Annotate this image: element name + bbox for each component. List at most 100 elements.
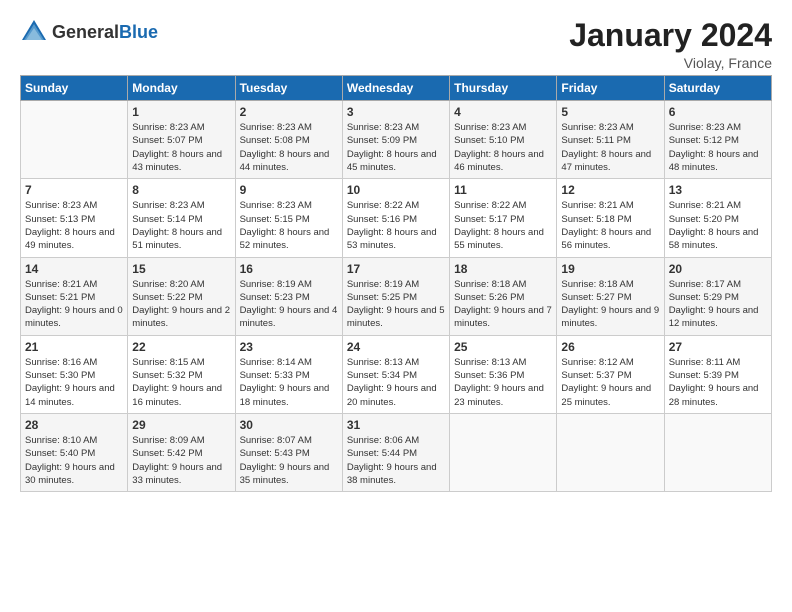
logo-blue-text: Blue — [119, 22, 158, 42]
calendar-cell: 26 Sunrise: 8:12 AMSunset: 5:37 PMDayligh… — [557, 335, 664, 413]
day-info: Sunrise: 8:22 AMSunset: 5:17 PMDaylight:… — [454, 199, 552, 252]
weekday-header: Friday — [557, 76, 664, 101]
calendar-cell: 9 Sunrise: 8:23 AMSunset: 5:15 PMDaylight… — [235, 179, 342, 257]
day-info: Sunrise: 8:23 AMSunset: 5:14 PMDaylight:… — [132, 199, 230, 252]
calendar-cell: 24Sunrise: 8:13 AMSunset: 5:34 PMDayligh… — [342, 335, 449, 413]
day-info: Sunrise: 8:19 AMSunset: 5:23 PMDaylight:… — [240, 278, 338, 331]
day-number: 19 — [561, 262, 659, 276]
day-info: Sunrise: 8:13 AMSunset: 5:34 PMDaylight:… — [347, 356, 445, 409]
day-number: 27 — [669, 340, 767, 354]
weekday-header: Wednesday — [342, 76, 449, 101]
calendar-week-row: 21 Sunrise: 8:16 AMSunset: 5:30 PMDayligh… — [21, 335, 772, 413]
day-number: 6 — [669, 105, 767, 119]
day-number: 15 — [132, 262, 230, 276]
logo-general-text: General — [52, 22, 119, 42]
day-info: Sunrise: 8:23 AMSunset: 5:10 PMDaylight:… — [454, 121, 552, 174]
calendar-cell: 14 Sunrise: 8:21 AMSunset: 5:21 PMDayligh… — [21, 257, 128, 335]
day-number: 10 — [347, 183, 445, 197]
day-number: 14 — [25, 262, 123, 276]
day-number: 11 — [454, 183, 552, 197]
calendar-cell: 4 Sunrise: 8:23 AMSunset: 5:10 PMDaylight… — [450, 101, 557, 179]
day-info: Sunrise: 8:12 AMSunset: 5:37 PMDaylight:… — [561, 356, 659, 409]
day-number: 20 — [669, 262, 767, 276]
day-info: Sunrise: 8:06 AMSunset: 5:44 PMDaylight:… — [347, 434, 445, 487]
day-info: Sunrise: 8:22 AMSunset: 5:16 PMDaylight:… — [347, 199, 445, 252]
day-number: 21 — [25, 340, 123, 354]
header-row: SundayMondayTuesdayWednesdayThursdayFrid… — [21, 76, 772, 101]
day-info: Sunrise: 8:23 AMSunset: 5:09 PMDaylight:… — [347, 121, 445, 174]
title-block: January 2024 Violay, France — [569, 18, 772, 71]
day-info: Sunrise: 8:23 AMSunset: 5:07 PMDaylight:… — [132, 121, 230, 174]
calendar-cell: 16 Sunrise: 8:19 AMSunset: 5:23 PMDayligh… — [235, 257, 342, 335]
calendar-cell — [664, 413, 771, 491]
month-title: January 2024 — [569, 18, 772, 53]
calendar-cell: 5Sunrise: 8:23 AMSunset: 5:11 PMDaylight… — [557, 101, 664, 179]
day-number: 13 — [669, 183, 767, 197]
day-number: 23 — [240, 340, 338, 354]
location: Violay, France — [569, 55, 772, 71]
calendar-week-row: 14 Sunrise: 8:21 AMSunset: 5:21 PMDayligh… — [21, 257, 772, 335]
calendar-cell: 7Sunrise: 8:23 AMSunset: 5:13 PMDaylight… — [21, 179, 128, 257]
day-number: 4 — [454, 105, 552, 119]
day-info: Sunrise: 8:11 AMSunset: 5:39 PMDaylight:… — [669, 356, 767, 409]
calendar-cell: 3Sunrise: 8:23 AMSunset: 5:09 PMDaylight… — [342, 101, 449, 179]
calendar-cell: 22 Sunrise: 8:15 AMSunset: 5:32 PMDayligh… — [128, 335, 235, 413]
calendar-cell: 23 Sunrise: 8:14 AMSunset: 5:33 PMDayligh… — [235, 335, 342, 413]
day-number: 16 — [240, 262, 338, 276]
calendar-cell: 20 Sunrise: 8:17 AMSunset: 5:29 PMDayligh… — [664, 257, 771, 335]
calendar-cell: 13 Sunrise: 8:21 AMSunset: 5:20 PMDayligh… — [664, 179, 771, 257]
day-number: 31 — [347, 418, 445, 432]
calendar-cell: 8Sunrise: 8:23 AMSunset: 5:14 PMDaylight… — [128, 179, 235, 257]
calendar-cell: 12 Sunrise: 8:21 AMSunset: 5:18 PMDayligh… — [557, 179, 664, 257]
day-info: Sunrise: 8:23 AMSunset: 5:12 PMDaylight:… — [669, 121, 767, 174]
day-number: 30 — [240, 418, 338, 432]
calendar-cell — [557, 413, 664, 491]
weekday-header: Thursday — [450, 76, 557, 101]
calendar-cell: 18 Sunrise: 8:18 AMSunset: 5:26 PMDayligh… — [450, 257, 557, 335]
calendar-cell — [450, 413, 557, 491]
day-info: Sunrise: 8:07 AMSunset: 5:43 PMDaylight:… — [240, 434, 338, 487]
calendar-cell: 15 Sunrise: 8:20 AMSunset: 5:22 PMDayligh… — [128, 257, 235, 335]
calendar-cell: 2Sunrise: 8:23 AMSunset: 5:08 PMDaylight… — [235, 101, 342, 179]
day-info: Sunrise: 8:21 AMSunset: 5:20 PMDaylight:… — [669, 199, 767, 252]
day-number: 1 — [132, 105, 230, 119]
weekday-header: Monday — [128, 76, 235, 101]
weekday-header: Sunday — [21, 76, 128, 101]
calendar-week-row: 1 Sunrise: 8:23 AMSunset: 5:07 PMDaylight… — [21, 101, 772, 179]
day-info: Sunrise: 8:17 AMSunset: 5:29 PMDaylight:… — [669, 278, 767, 331]
day-number: 29 — [132, 418, 230, 432]
day-info: Sunrise: 8:23 AMSunset: 5:15 PMDaylight:… — [240, 199, 338, 252]
calendar-cell: 17Sunrise: 8:19 AMSunset: 5:25 PMDayligh… — [342, 257, 449, 335]
day-number: 12 — [561, 183, 659, 197]
day-number: 28 — [25, 418, 123, 432]
day-info: Sunrise: 8:18 AMSunset: 5:26 PMDaylight:… — [454, 278, 552, 331]
day-info: Sunrise: 8:20 AMSunset: 5:22 PMDaylight:… — [132, 278, 230, 331]
day-number: 26 — [561, 340, 659, 354]
day-info: Sunrise: 8:14 AMSunset: 5:33 PMDaylight:… — [240, 356, 338, 409]
calendar-cell: 11 Sunrise: 8:22 AMSunset: 5:17 PMDayligh… — [450, 179, 557, 257]
day-info: Sunrise: 8:21 AMSunset: 5:18 PMDaylight:… — [561, 199, 659, 252]
logo: GeneralBlue — [20, 18, 158, 46]
calendar-table: SundayMondayTuesdayWednesdayThursdayFrid… — [20, 75, 772, 492]
calendar-cell: 6 Sunrise: 8:23 AMSunset: 5:12 PMDaylight… — [664, 101, 771, 179]
day-number: 22 — [132, 340, 230, 354]
day-number: 17 — [347, 262, 445, 276]
day-info: Sunrise: 8:23 AMSunset: 5:11 PMDaylight:… — [561, 121, 659, 174]
day-info: Sunrise: 8:16 AMSunset: 5:30 PMDaylight:… — [25, 356, 123, 409]
calendar-cell: 29Sunrise: 8:09 AMSunset: 5:42 PMDayligh… — [128, 413, 235, 491]
calendar-cell: 1 Sunrise: 8:23 AMSunset: 5:07 PMDaylight… — [128, 101, 235, 179]
day-info: Sunrise: 8:21 AMSunset: 5:21 PMDaylight:… — [25, 278, 123, 331]
calendar-cell: 27 Sunrise: 8:11 AMSunset: 5:39 PMDayligh… — [664, 335, 771, 413]
day-info: Sunrise: 8:13 AMSunset: 5:36 PMDaylight:… — [454, 356, 552, 409]
day-number: 25 — [454, 340, 552, 354]
calendar-cell: 25 Sunrise: 8:13 AMSunset: 5:36 PMDayligh… — [450, 335, 557, 413]
day-number: 9 — [240, 183, 338, 197]
day-info: Sunrise: 8:23 AMSunset: 5:08 PMDaylight:… — [240, 121, 338, 174]
calendar-cell — [21, 101, 128, 179]
calendar-week-row: 7Sunrise: 8:23 AMSunset: 5:13 PMDaylight… — [21, 179, 772, 257]
calendar-cell: 28Sunrise: 8:10 AMSunset: 5:40 PMDayligh… — [21, 413, 128, 491]
day-number: 18 — [454, 262, 552, 276]
day-info: Sunrise: 8:15 AMSunset: 5:32 PMDaylight:… — [132, 356, 230, 409]
calendar-cell: 31 Sunrise: 8:06 AMSunset: 5:44 PMDayligh… — [342, 413, 449, 491]
weekday-header: Saturday — [664, 76, 771, 101]
